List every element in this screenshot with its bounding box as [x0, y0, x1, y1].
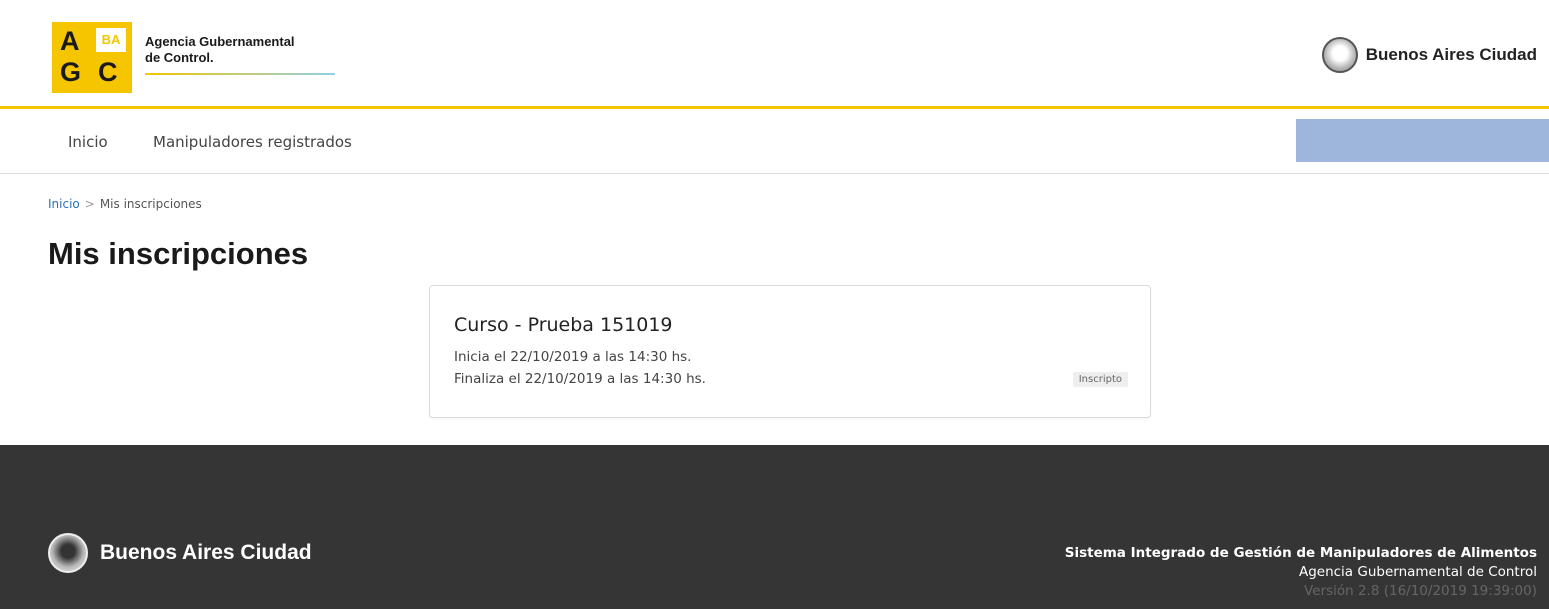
agc-logo[interactable]: A BA G C — [52, 22, 132, 93]
footer-version: Versión 2.8 (16/10/2019 19:39:00) — [1304, 583, 1537, 599]
course-title: Curso - Prueba 151019 — [454, 314, 673, 336]
site-footer: Buenos Aires Ciudad Sistema Integrado de… — [0, 445, 1549, 609]
breadcrumb-separator: > — [84, 197, 95, 211]
breadcrumb-home-link[interactable]: Inicio — [48, 197, 80, 211]
city-brand-header[interactable]: Buenos Aires Ciudad — [1321, 37, 1537, 73]
agency-underline — [145, 73, 335, 75]
logo-letter-a: A — [60, 26, 80, 56]
footer-organization: Agencia Gubernamental de Control — [1298, 564, 1537, 580]
logo-ba-badge: BA — [96, 28, 126, 52]
logo-letter-c: C — [98, 57, 118, 87]
footer-system-name: Sistema Integrado de Gestión de Manipula… — [1064, 545, 1537, 561]
course-end: Finaliza el 22/10/2019 a las 14:30 hs. — [454, 371, 706, 387]
footer-info: Sistema Integrado de Gestión de Manipula… — [1065, 544, 1537, 601]
site-header: A BA G C Agencia Gubernamental de Contro… — [0, 0, 1549, 107]
footer-city-brand-text: Buenos Aires Ciudad — [100, 541, 312, 564]
course-start: Inicia el 22/10/2019 a las 14:30 hs. — [454, 349, 692, 365]
status-badge: Inscripto — [1072, 372, 1128, 387]
main-nav: Inicio Manipuladores registrados — [0, 109, 1549, 174]
breadcrumb-current: Mis inscripciones — [99, 197, 202, 211]
footer-city-brand[interactable]: Buenos Aires Ciudad — [48, 533, 312, 573]
agency-name-line1: Agencia Gubernamental — [145, 34, 295, 49]
nav-item-inicio[interactable]: Inicio — [68, 133, 108, 151]
agency-name-line2: de Control. — [145, 50, 214, 65]
breadcrumb: Inicio > Mis inscripciones — [48, 197, 202, 211]
city-seal-icon — [48, 533, 88, 573]
nav-item-manipuladores-registrados[interactable]: Manipuladores registrados — [153, 133, 352, 151]
city-seal-icon — [1321, 37, 1358, 73]
page-title: Mis inscripciones — [48, 236, 309, 271]
logo-letter-g: G — [60, 57, 82, 87]
city-brand-text: Buenos Aires Ciudad — [1365, 45, 1537, 64]
agency-name: Agencia Gubernamental de Control. — [145, 34, 345, 66]
course-card[interactable]: Curso - Prueba 151019 Inicia el 22/10/20… — [429, 285, 1151, 418]
user-menu[interactable] — [1296, 119, 1549, 162]
